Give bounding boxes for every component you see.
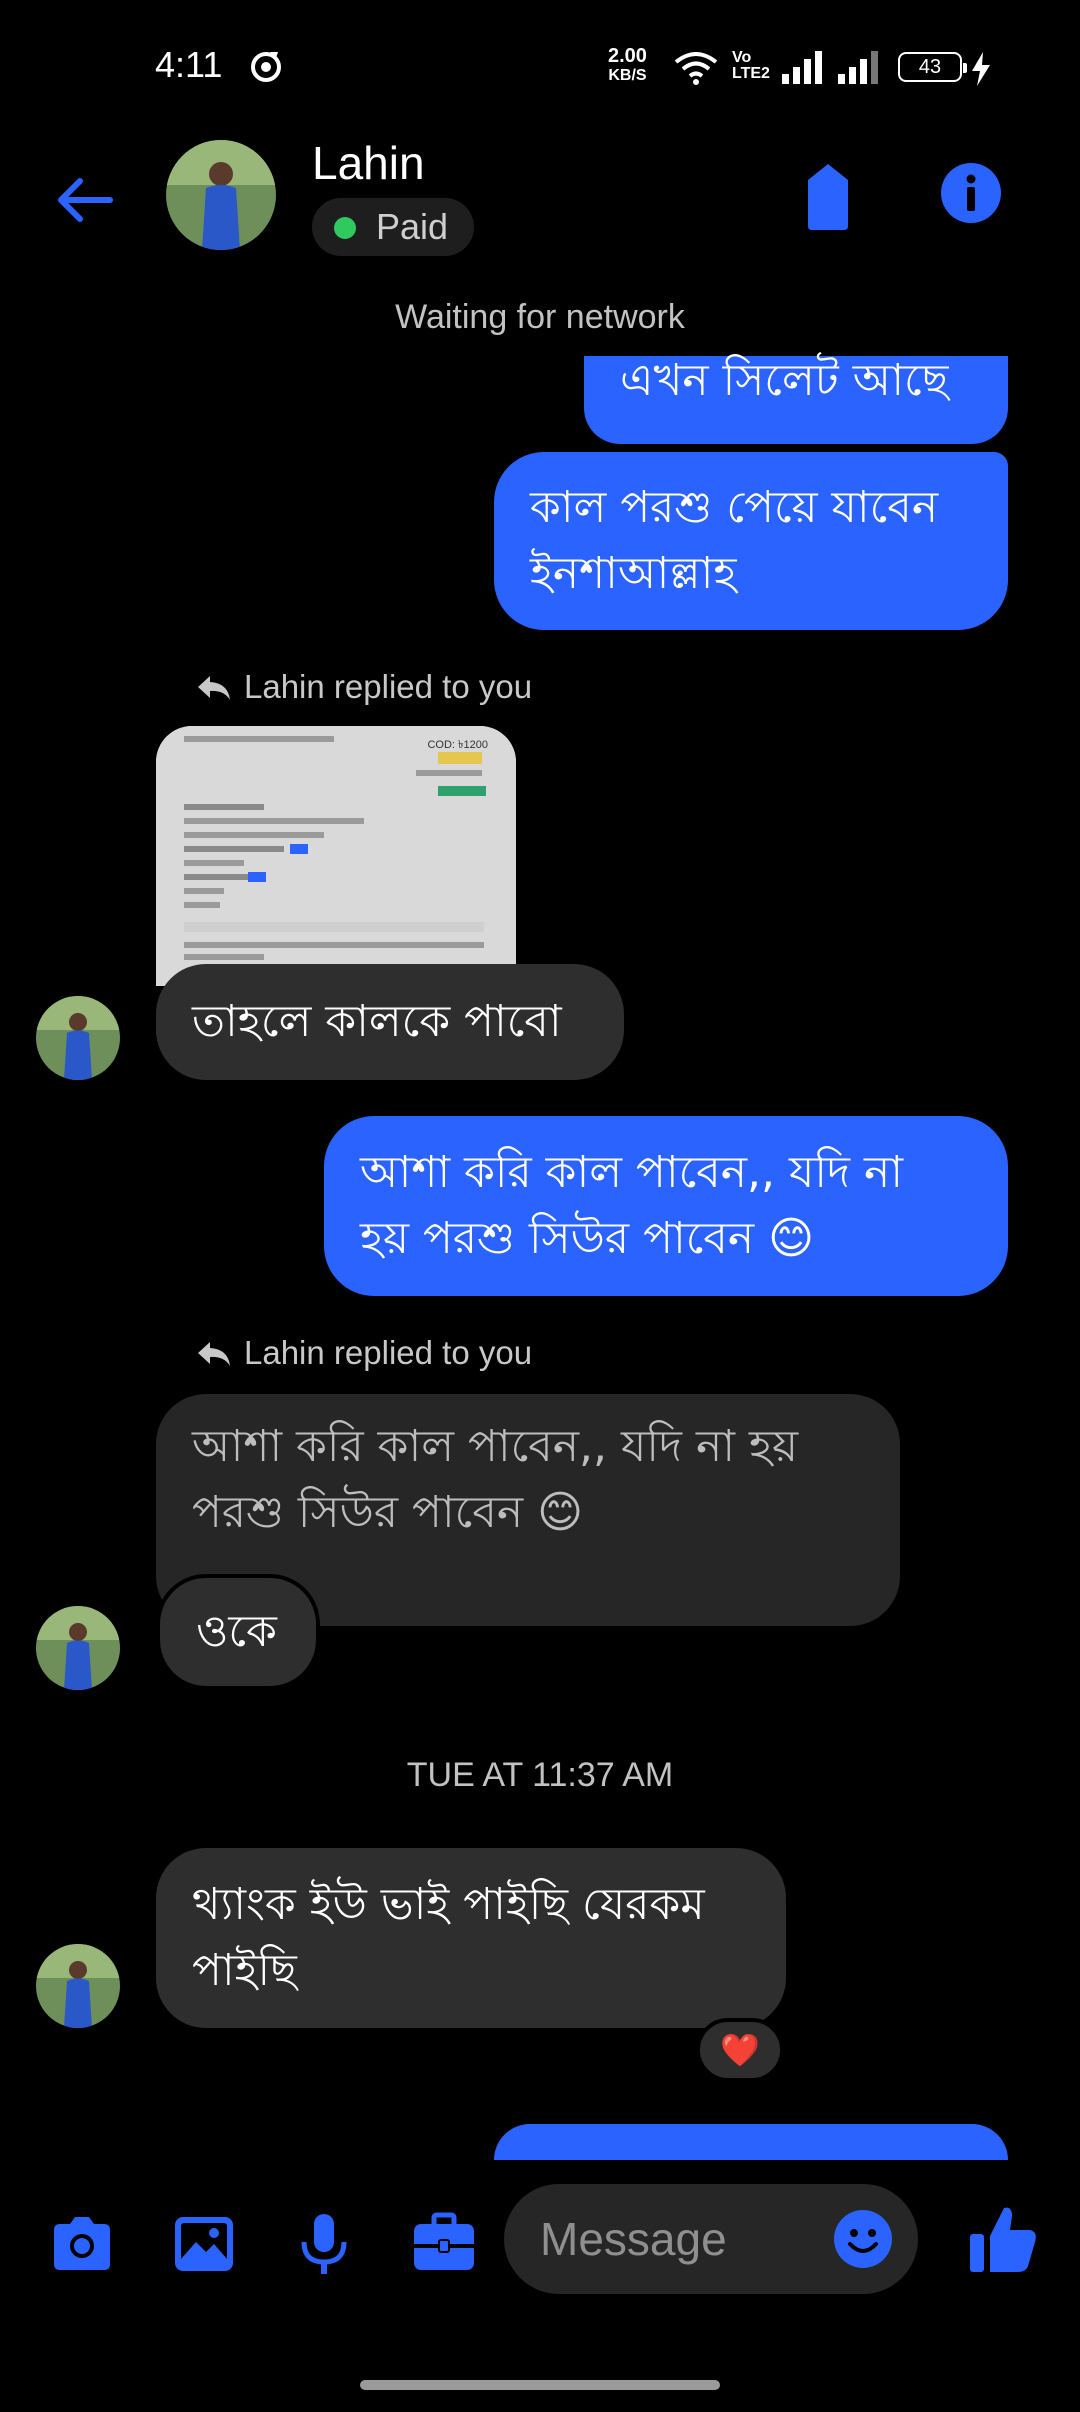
network-speed: 2.00 KB/S xyxy=(608,45,647,84)
charging-icon xyxy=(972,52,990,86)
outgoing-message[interactable]: আশা করি কাল পাবেন,, যদি না হয় পরশু সিউর… xyxy=(324,1116,1008,1296)
quoted-image-attachment[interactable]: COD: ৳1200 xyxy=(156,726,516,986)
contact-avatar-small[interactable] xyxy=(36,1606,120,1690)
reply-arrow-icon xyxy=(198,1342,230,1366)
briefcase-icon[interactable] xyxy=(410,2210,478,2278)
camera-icon[interactable] xyxy=(48,2210,116,2278)
attachment-price: COD: ৳1200 xyxy=(427,739,488,751)
info-icon[interactable] xyxy=(940,162,1002,224)
incoming-message[interactable]: থ্যাংক ইউ ভাই পাইছি যেরকম পাইছি xyxy=(156,1848,786,2028)
incoming-message[interactable]: তাহলে কালকে পাবো xyxy=(156,964,624,1080)
status-bar: 4:11 2.00 KB/S Vo LTE2 43 xyxy=(0,0,1080,136)
battery-indicator: 43 xyxy=(898,52,967,82)
notification-app-icon xyxy=(251,52,281,82)
back-arrow-icon[interactable] xyxy=(52,168,116,232)
contact-avatar-small[interactable] xyxy=(36,996,120,1080)
thumbs-up-icon[interactable] xyxy=(968,2202,1038,2274)
home-indicator[interactable] xyxy=(360,2380,720,2390)
status-time: 4:11 xyxy=(155,44,223,85)
timestamp-divider: TUE AT 11:37 AM xyxy=(406,1756,674,1794)
reply-label: Lahin replied to you xyxy=(196,1334,532,1372)
contact-avatar-small[interactable] xyxy=(36,1944,120,2028)
gallery-icon[interactable] xyxy=(170,2210,238,2278)
signal-icon-sim2 xyxy=(838,51,878,84)
message-input-container xyxy=(504,2184,918,2294)
message-input[interactable] xyxy=(540,2208,810,2270)
message-composer xyxy=(0,2170,1080,2310)
incoming-message[interactable]: ওকে xyxy=(156,1574,320,1690)
volte-indicator: Vo LTE2 xyxy=(732,49,770,82)
contact-avatar[interactable] xyxy=(166,140,276,250)
network-notice: Waiting for network xyxy=(395,298,685,336)
heart-reaction-icon[interactable]: ❤️ xyxy=(696,2018,784,2082)
reply-arrow-icon xyxy=(198,676,230,700)
outgoing-message[interactable] xyxy=(494,2124,1008,2160)
status-dot xyxy=(334,217,356,239)
microphone-icon[interactable] xyxy=(290,2210,358,2278)
conversation-header: Lahin Paid xyxy=(0,136,1080,306)
emoji-icon[interactable] xyxy=(832,2208,894,2270)
outgoing-message[interactable]: কাল পরশু পেয়ে যাবেন ইনশাআল্লাহ xyxy=(494,452,1008,630)
label-tag-icon[interactable] xyxy=(798,162,858,232)
status-badge[interactable]: Paid xyxy=(312,198,475,256)
wifi-icon xyxy=(674,52,718,85)
signal-icon xyxy=(782,51,822,84)
contact-name[interactable]: Lahin xyxy=(312,136,425,190)
reply-label: Lahin replied to you xyxy=(196,668,532,706)
outgoing-message[interactable]: এখন সিলেট আছে xyxy=(584,355,1008,444)
